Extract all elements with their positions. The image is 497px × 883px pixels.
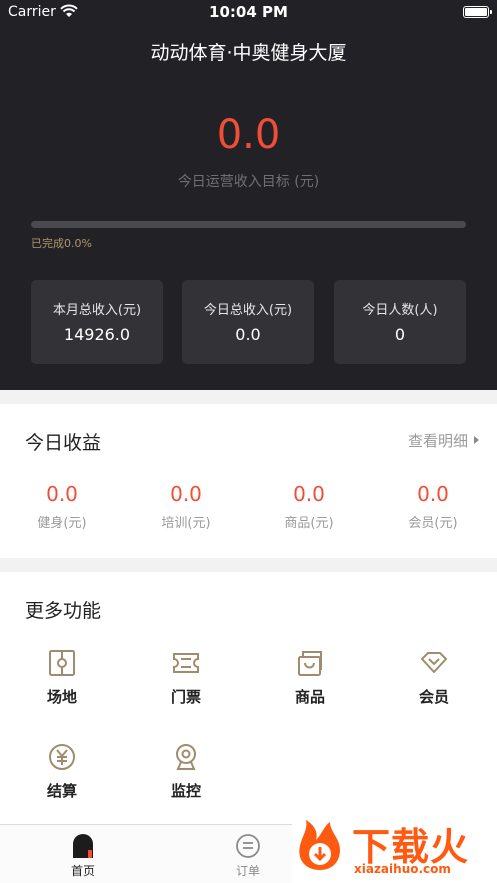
watermark-url: xiazaihuo.com: [354, 862, 451, 876]
venue-title[interactable]: 动动体育·中奥健身大厦: [0, 38, 497, 65]
settlement-icon: [49, 744, 75, 770]
income-item-membership[interactable]: 0.0 会员(元): [378, 482, 488, 531]
function-label: 会员: [418, 688, 449, 706]
stat-label: 今日人数(人): [362, 303, 438, 318]
income-label: 健身(元): [37, 516, 87, 531]
stat-value: 0: [394, 325, 406, 344]
income-value: 0.0: [170, 482, 202, 506]
stat-label: 本月总收入(元): [52, 303, 142, 318]
watermark: 下载火 xiazaihuo.com: [292, 812, 497, 883]
function-ticket[interactable]: 门票: [136, 648, 236, 707]
tab-orders[interactable]: 订单: [208, 833, 288, 879]
battery-icon: [463, 6, 492, 18]
income-item-fitness[interactable]: 0.0 健身(元): [7, 482, 117, 531]
more-functions-section: 更多功能 场地 门票 商品 会员 结算 监控: [0, 572, 497, 824]
function-member[interactable]: 会员: [384, 648, 484, 707]
function-product[interactable]: 商品: [260, 648, 360, 707]
stat-card-today-visitors[interactable]: 今日人数(人) 0: [334, 280, 466, 364]
tab-home[interactable]: 首页: [43, 833, 123, 879]
tab-label: 首页: [70, 864, 95, 878]
today-income-section: 今日收益 查看明细 0.0 健身(元) 0.0 培训(元) 0.0 商品(元) …: [0, 404, 497, 558]
function-label: 门票: [170, 688, 201, 706]
header-panel: Carrier 10:04 PM 动动体育·中奥健身大厦 0.0 今日运营收入目…: [0, 0, 497, 390]
function-label: 场地: [46, 688, 77, 706]
stat-value: 14926.0: [63, 325, 131, 344]
stat-card-month-income[interactable]: 本月总收入(元) 14926.0: [31, 280, 163, 364]
stat-label: 今日总收入(元): [203, 303, 293, 318]
progress-text: 已完成0.0%: [31, 237, 92, 250]
income-item-products[interactable]: 0.0 商品(元): [254, 482, 364, 531]
view-details-link[interactable]: 查看明细: [408, 430, 479, 451]
function-monitor[interactable]: 监控: [136, 742, 236, 801]
function-label: 监控: [170, 782, 201, 800]
income-label: 会员(元): [408, 516, 458, 531]
section-title: 更多功能: [25, 600, 102, 622]
status-time: 10:04 PM: [209, 3, 288, 21]
ticket-icon: [173, 653, 199, 673]
stat-value: 0.0: [235, 325, 261, 344]
triangle-right-icon: [474, 436, 479, 444]
income-value: 0.0: [293, 482, 325, 506]
income-label: 培训(元): [161, 516, 211, 531]
function-settlement[interactable]: 结算: [12, 742, 112, 801]
function-label: 商品: [294, 688, 325, 706]
income-value: 0.0: [46, 482, 78, 506]
flame-logo-icon: [299, 820, 340, 870]
order-icon: [236, 834, 260, 858]
product-icon: [298, 651, 322, 676]
tab-label: 订单: [235, 864, 260, 878]
status-bar: Carrier 10:04 PM: [0, 0, 497, 26]
function-label: 结算: [46, 782, 77, 800]
income-label: 商品(元): [284, 516, 334, 531]
income-value: 0.0: [417, 482, 449, 506]
view-details-label: 查看明细: [407, 432, 468, 450]
target-income-value: 0.0: [216, 112, 281, 158]
venue-icon: [49, 650, 75, 676]
target-income-label: 今日运营收入目标 (元): [177, 174, 320, 190]
target-progress-bar: [31, 221, 466, 228]
camera-icon: [176, 744, 196, 770]
member-icon: [421, 652, 447, 673]
income-item-training[interactable]: 0.0 培训(元): [131, 482, 241, 531]
home-icon: [73, 834, 93, 858]
function-venue[interactable]: 场地: [12, 648, 112, 707]
section-title: 今日收益: [25, 432, 102, 454]
stat-card-today-income[interactable]: 今日总收入(元) 0.0: [182, 280, 314, 364]
